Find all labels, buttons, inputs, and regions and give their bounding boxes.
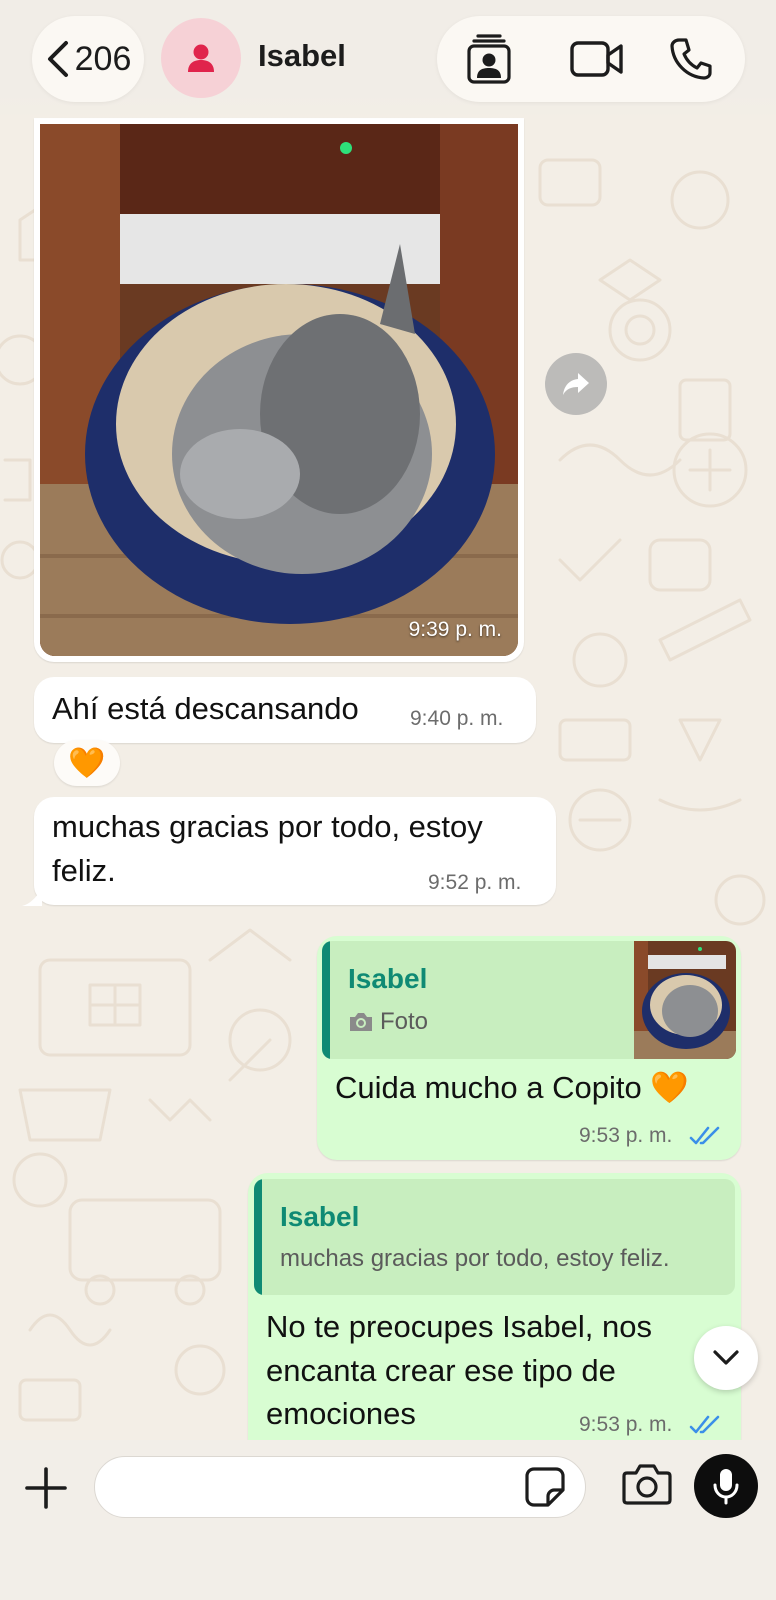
- back-button[interactable]: 206: [32, 16, 144, 102]
- message-text: Cuida mucho a Copito 🧡: [335, 1070, 689, 1105]
- unread-count: 206: [74, 39, 132, 78]
- double-check-icon: [689, 1126, 720, 1145]
- voice-message-button[interactable]: [694, 1454, 758, 1518]
- person-icon: [188, 44, 214, 72]
- quote-author: Isabel: [348, 963, 428, 994]
- quote-author: Isabel: [280, 1201, 360, 1232]
- chat-header: 206 Isabel: [0, 0, 776, 120]
- message-input[interactable]: [94, 1456, 586, 1518]
- quote-text: muchas gracias por todo, estoy feliz.: [280, 1245, 670, 1272]
- plus-icon: [25, 1467, 67, 1509]
- scroll-to-bottom-button[interactable]: [694, 1326, 758, 1390]
- outgoing-message[interactable]: Isabel Foto Cuida mucho a Copito 🧡 9:53 …: [317, 936, 741, 1160]
- message-time: 9:53 p. m.: [579, 1124, 673, 1147]
- message-text-line: encanta crear ese tipo de: [266, 1353, 616, 1388]
- microphone-icon: [713, 1469, 739, 1505]
- phone-icon: [670, 38, 712, 80]
- message-text-line: muchas gracias por todo, estoy: [52, 809, 483, 844]
- outgoing-message[interactable]: Isabel muchas gracias por todo, estoy fe…: [248, 1173, 741, 1440]
- voice-call-button[interactable]: [665, 34, 717, 84]
- message-time: 9:39 p. m.: [408, 618, 502, 641]
- message-time: 9:40 p. m.: [410, 707, 504, 730]
- contact-card-button[interactable]: [463, 34, 515, 84]
- photo-message[interactable]: 9:39 p. m.: [34, 118, 524, 662]
- forward-button[interactable]: [545, 353, 607, 415]
- sticker-button[interactable]: [524, 1466, 566, 1508]
- message-composer: [0, 1440, 776, 1600]
- bubble-tail: [22, 888, 42, 906]
- video-camera-icon: [570, 41, 623, 77]
- dog-photo-image: [40, 124, 518, 656]
- contact-card-icon: [467, 34, 511, 84]
- quote-accent-bar: [322, 941, 330, 1059]
- quote-thumbnail: [634, 941, 736, 1059]
- message-text: Ahí está descansando: [52, 691, 359, 726]
- quoted-message[interactable]: Isabel Foto: [322, 941, 736, 1059]
- camera-icon: [350, 1013, 372, 1031]
- message-text-line: feliz.: [52, 853, 116, 888]
- double-check-icon: [689, 1415, 720, 1434]
- chevron-down-icon: [713, 1350, 739, 1365]
- message-time: 9:53 p. m.: [579, 1413, 673, 1436]
- heart-emoji: 🧡: [68, 746, 106, 780]
- incoming-message[interactable]: muchas gracias por todo, estoy feliz. 9:…: [34, 797, 556, 905]
- quoted-message[interactable]: Isabel muchas gracias por todo, estoy fe…: [254, 1179, 735, 1295]
- camera-button[interactable]: [622, 1462, 672, 1512]
- sticker-icon: [525, 1467, 565, 1507]
- message-text-line: emociones: [266, 1396, 416, 1431]
- reaction-badge[interactable]: 🧡: [54, 740, 120, 786]
- attach-button[interactable]: [22, 1464, 70, 1512]
- quote-accent-bar: [254, 1179, 262, 1295]
- message-time: 9:52 p. m.: [428, 871, 522, 894]
- message-text-line: No te preocupes Isabel, nos: [266, 1309, 653, 1344]
- dog-photo[interactable]: 9:39 p. m.: [40, 124, 518, 656]
- call-actions: [437, 16, 745, 102]
- quote-type: Foto: [380, 1008, 429, 1035]
- camera-icon: [622, 1464, 672, 1505]
- contact-name[interactable]: Isabel: [258, 38, 346, 74]
- video-call-button[interactable]: [567, 34, 627, 84]
- forward-icon: [563, 373, 589, 395]
- chevron-left-icon: [47, 41, 68, 77]
- avatar[interactable]: [161, 18, 241, 98]
- incoming-message[interactable]: Ahí está descansando 9:40 p. m.: [34, 677, 536, 743]
